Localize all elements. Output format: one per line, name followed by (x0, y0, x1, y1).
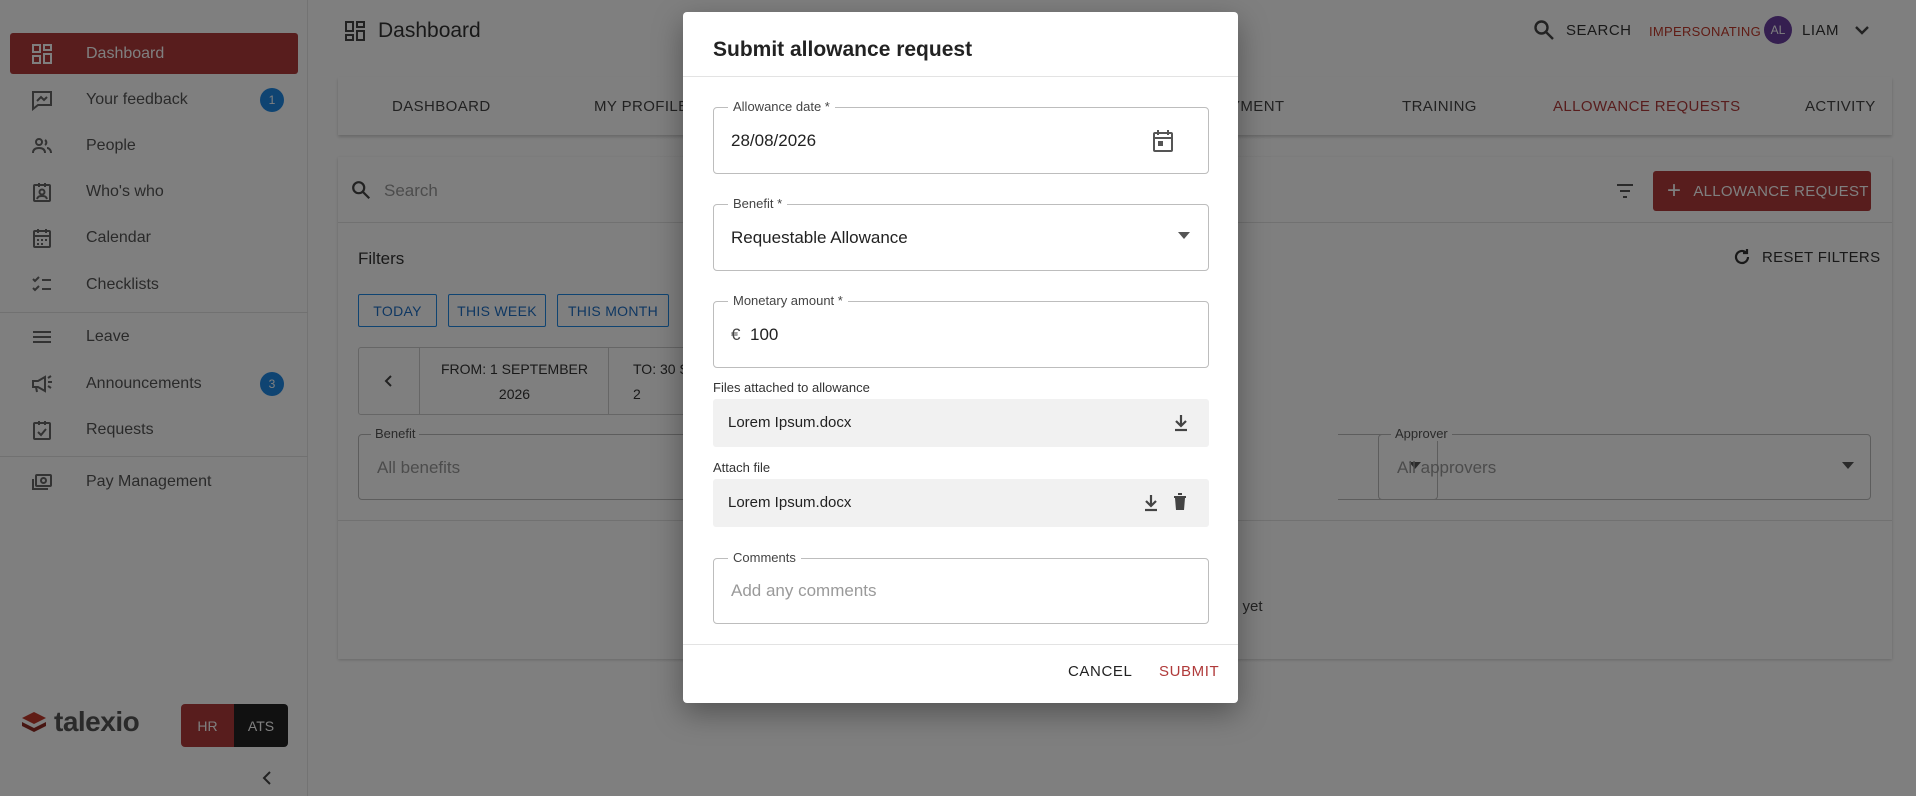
comments-field[interactable]: Comments Add any comments (713, 550, 1209, 624)
new-file-row: Lorem Ipsum.docx (713, 479, 1209, 527)
delete-icon[interactable] (1173, 493, 1187, 511)
currency-symbol: € (731, 325, 741, 344)
files-attached-caption: Files attached to allowance (713, 380, 870, 395)
download-icon[interactable] (1143, 494, 1159, 512)
attached-file-row: Lorem Ipsum.docx (713, 399, 1209, 447)
dialog-title: Submit allowance request (713, 38, 973, 61)
cancel-button[interactable]: CANCEL (1068, 663, 1132, 680)
benefit-value: Requestable Allowance (731, 228, 908, 247)
comments-placeholder: Add any comments (731, 581, 877, 600)
submit-allowance-dialog: Submit allowance request Allowance date … (683, 12, 1238, 703)
dropdown-arrow-icon (1178, 232, 1190, 239)
benefit-select[interactable]: Benefit * Requestable Allowance (713, 196, 1209, 271)
allowance-date-label: Allowance date * (728, 99, 835, 114)
comments-label: Comments (728, 550, 801, 565)
monetary-amount-label: Monetary amount * (728, 293, 848, 308)
benefit-label: Benefit * (728, 196, 788, 211)
new-file-name: Lorem Ipsum.docx (728, 494, 852, 511)
monetary-amount-field[interactable]: Monetary amount * € 100 (713, 293, 1209, 368)
dialog-divider (683, 76, 1238, 77)
submit-button[interactable]: SUBMIT (1159, 663, 1219, 680)
monetary-amount-value: 100 (750, 325, 779, 344)
attach-file-caption: Attach file (713, 460, 771, 475)
calendar-icon[interactable] (1152, 129, 1174, 153)
allowance-date-field[interactable]: Allowance date * 28/08/2026 (713, 99, 1209, 174)
allowance-date-value: 28/08/2026 (731, 131, 817, 150)
attached-file-name: Lorem Ipsum.docx (728, 414, 852, 431)
download-icon[interactable] (1173, 414, 1189, 432)
dialog-divider (683, 644, 1238, 645)
